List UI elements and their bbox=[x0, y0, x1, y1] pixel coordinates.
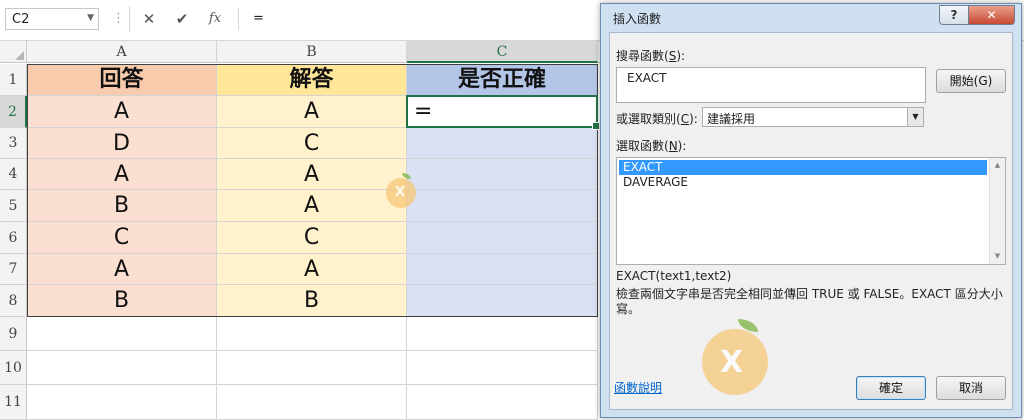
search-function-value: EXACT bbox=[627, 71, 667, 85]
cell-c11[interactable] bbox=[407, 385, 598, 420]
row-header-11[interactable]: 11 bbox=[0, 385, 27, 420]
row-header-7[interactable]: 7 bbox=[0, 254, 27, 285]
search-label: 搜尋函數(S): bbox=[616, 49, 686, 63]
check-icon: ✔ bbox=[175, 10, 189, 28]
cell-b10[interactable] bbox=[217, 351, 407, 385]
name-box[interactable]: C2 ▼ bbox=[5, 8, 99, 30]
search-function-input[interactable]: EXACT bbox=[616, 67, 926, 103]
drag-handle-icon[interactable]: ⋮ bbox=[112, 11, 125, 26]
row-header-6[interactable]: 6 bbox=[0, 222, 27, 254]
cell-b11[interactable] bbox=[217, 385, 407, 420]
close-icon: ✕ bbox=[986, 8, 997, 22]
cell-c9[interactable] bbox=[407, 317, 598, 351]
select-function-label: 選取函數(N): bbox=[616, 139, 687, 153]
select-all-button[interactable] bbox=[0, 41, 27, 63]
cell-b9[interactable] bbox=[217, 317, 407, 351]
function-description: 檢查兩個文字串是否完全相同並傳回 TRUE 或 FALSE。EXACT 區分大小… bbox=[616, 287, 1003, 316]
leaf-icon bbox=[738, 319, 758, 332]
insert-function-button[interactable]: fx bbox=[201, 8, 229, 30]
cell-b1[interactable]: 解答 bbox=[217, 64, 407, 96]
cell-a10[interactable] bbox=[27, 351, 217, 385]
cancel-formula-button[interactable]: ✕ bbox=[135, 8, 163, 30]
row-header-2[interactable]: 2 bbox=[0, 96, 27, 128]
go-button[interactable]: 開始(G) bbox=[936, 69, 1006, 93]
function-help-link[interactable]: 函數說明 bbox=[614, 379, 662, 396]
cell-b3[interactable]: C bbox=[217, 128, 407, 159]
category-select[interactable]: 建議採用 ▼ bbox=[702, 107, 924, 127]
cell-c1[interactable]: 是否正確 bbox=[407, 64, 598, 96]
list-item-exact[interactable]: EXACT bbox=[619, 160, 987, 175]
cell-c5[interactable] bbox=[407, 190, 598, 222]
chevron-down-icon[interactable]: ▼ bbox=[87, 13, 94, 23]
cell-c4[interactable] bbox=[407, 159, 598, 190]
row-header-8[interactable]: 8 bbox=[0, 285, 27, 317]
list-item-daverage[interactable]: DAVERAGE bbox=[619, 175, 987, 190]
cell-c6[interactable] bbox=[407, 222, 598, 254]
cell-a4[interactable]: A bbox=[27, 159, 217, 190]
chevron-down-icon[interactable]: ▼ bbox=[907, 108, 923, 126]
ok-button[interactable]: 確定 bbox=[856, 376, 926, 400]
watermark-logo-icon: X bbox=[386, 173, 416, 208]
dialog-body: 搜尋函數(S): EXACT 開始(G) 或選取類別(C): 建議採用 ▼ 選取… bbox=[609, 32, 1013, 410]
cell-c8[interactable] bbox=[407, 285, 598, 317]
function-signature: EXACT(text1,text2) bbox=[616, 269, 732, 283]
cell-a7[interactable]: A bbox=[27, 254, 217, 285]
cancel-button[interactable]: 取消 bbox=[936, 376, 1006, 400]
dialog-title: 插入函數 bbox=[613, 12, 662, 26]
row-header-10[interactable]: 10 bbox=[0, 351, 27, 385]
row-header-4[interactable]: 4 bbox=[0, 159, 27, 190]
cell-c3[interactable] bbox=[407, 128, 598, 159]
list-scrollbar[interactable]: ▲ ▼ bbox=[989, 158, 1005, 264]
column-header-c[interactable]: C bbox=[407, 41, 598, 63]
cell-b4[interactable]: A bbox=[217, 159, 407, 190]
formula-value: = bbox=[253, 11, 264, 26]
question-icon: ? bbox=[950, 8, 958, 22]
cell-b8[interactable]: B bbox=[217, 285, 407, 317]
scroll-down-icon[interactable]: ▼ bbox=[990, 249, 1005, 264]
excel-x-icon: X bbox=[395, 185, 406, 200]
cell-b5[interactable]: A bbox=[217, 190, 407, 222]
watermark-logo-icon: X bbox=[702, 319, 768, 395]
cell-c10[interactable] bbox=[407, 351, 598, 385]
category-value: 建議採用 bbox=[707, 112, 756, 126]
enter-formula-button[interactable]: ✔ bbox=[168, 8, 196, 30]
cell-a5[interactable]: B bbox=[27, 190, 217, 222]
cell-c7[interactable] bbox=[407, 254, 598, 285]
row-header-3[interactable]: 3 bbox=[0, 128, 27, 159]
row-header-5[interactable]: 5 bbox=[0, 190, 27, 222]
cell-a1[interactable]: 回答 bbox=[27, 64, 217, 96]
fx-icon: fx bbox=[208, 11, 222, 26]
cell-a11[interactable] bbox=[27, 385, 217, 420]
row-header-1[interactable]: 1 bbox=[0, 64, 27, 96]
help-button[interactable]: ? bbox=[939, 5, 969, 25]
close-icon: ✕ bbox=[142, 10, 156, 28]
cell-a6[interactable]: C bbox=[27, 222, 217, 254]
close-button[interactable]: ✕ bbox=[968, 5, 1015, 25]
name-box-value: C2 bbox=[12, 12, 30, 27]
active-cell-c2[interactable]: = bbox=[406, 95, 600, 130]
insert-function-dialog: 插入函數 ? ✕ 搜尋函數(S): EXACT 開始(G) 或選取類別(C): … bbox=[600, 3, 1022, 418]
cell-b6[interactable]: C bbox=[217, 222, 407, 254]
active-cell-value: = bbox=[414, 99, 433, 124]
excel-x-icon: X bbox=[720, 345, 744, 380]
cell-b7[interactable]: A bbox=[217, 254, 407, 285]
column-header-a[interactable]: A bbox=[27, 41, 217, 63]
cell-a9[interactable] bbox=[27, 317, 217, 351]
cell-a3[interactable]: D bbox=[27, 128, 217, 159]
cell-b2[interactable]: A bbox=[217, 96, 407, 128]
row-header-9[interactable]: 9 bbox=[0, 317, 27, 351]
fill-handle[interactable] bbox=[592, 122, 600, 130]
column-header-b[interactable]: B bbox=[217, 41, 407, 63]
divider bbox=[129, 6, 130, 32]
category-label: 或選取類別(C): bbox=[616, 112, 698, 126]
cell-a8[interactable]: B bbox=[27, 285, 217, 317]
function-list[interactable]: EXACT DAVERAGE ▲ ▼ bbox=[616, 157, 1006, 265]
scroll-up-icon[interactable]: ▲ bbox=[990, 158, 1005, 173]
cell-a2[interactable]: A bbox=[27, 96, 217, 128]
